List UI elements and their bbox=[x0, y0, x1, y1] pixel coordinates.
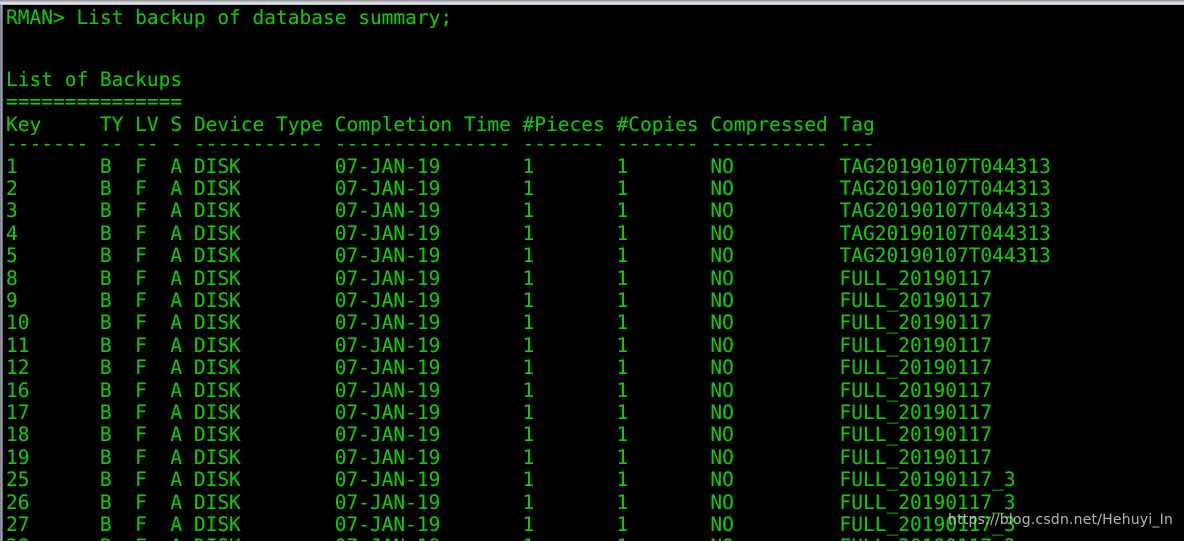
table-row: 26 B F A DISK 07-JAN-19 1 1 NO FULL_2019… bbox=[6, 490, 1016, 514]
table-row: 2 B F A DISK 07-JAN-19 1 1 NO TAG2019010… bbox=[6, 177, 1051, 200]
table-row: 9 B F A DISK 07-JAN-19 1 1 NO FULL_20190… bbox=[6, 289, 993, 312]
table-row: 3 B F A DISK 07-JAN-19 1 1 NO TAG2019010… bbox=[6, 199, 1051, 223]
table-header-separator: ------- -- -- - ----------- ------------… bbox=[6, 132, 875, 156]
table-row: 16 B F A DISK 07-JAN-19 1 1 NO FULL_2019… bbox=[6, 378, 993, 402]
table-row: 5 B F A DISK 07-JAN-19 1 1 NO TAG2019010… bbox=[6, 244, 1051, 268]
table-row: 11 B F A DISK 07-JAN-19 1 1 NO FULL_2019… bbox=[6, 333, 993, 357]
table-row: 19 B F A DISK 07-JAN-19 1 1 NO FULL_2019… bbox=[6, 445, 993, 469]
section-title-list-of-backups: List of Backups bbox=[6, 68, 183, 91]
terminal-window[interactable]: RMAN> List backup of database summary; L… bbox=[0, 0, 1184, 541]
table-row: 28 B F A DISK 07-JAN-19 1 1 NO FULL_2019… bbox=[6, 535, 1016, 541]
table-row: 18 B F A DISK 07-JAN-19 1 1 NO FULL_2019… bbox=[6, 423, 993, 447]
table-row: 27 B F A DISK 07-JAN-19 1 1 NO FULL_2019… bbox=[6, 513, 1016, 536]
terminal-screen[interactable]: RMAN> List backup of database summary; L… bbox=[3, 5, 1184, 541]
table-row: 8 B F A DISK 07-JAN-19 1 1 NO FULL_20190… bbox=[6, 266, 993, 290]
table-row: 4 B F A DISK 07-JAN-19 1 1 NO TAG2019010… bbox=[6, 221, 1051, 245]
table-row: 25 B F A DISK 07-JAN-19 1 1 NO FULL_2019… bbox=[6, 468, 1016, 492]
section-title-underline: =============== bbox=[6, 90, 183, 114]
table-row: 12 B F A DISK 07-JAN-19 1 1 NO FULL_2019… bbox=[6, 356, 993, 380]
table-row: 1 B F A DISK 07-JAN-19 1 1 NO TAG2019010… bbox=[6, 154, 1051, 178]
table-row: 17 B F A DISK 07-JAN-19 1 1 NO FULL_2019… bbox=[6, 401, 993, 424]
rman-prompt-line: RMAN> List backup of database summary; bbox=[6, 6, 453, 29]
table-row: 10 B F A DISK 07-JAN-19 1 1 NO FULL_2019… bbox=[6, 311, 993, 335]
